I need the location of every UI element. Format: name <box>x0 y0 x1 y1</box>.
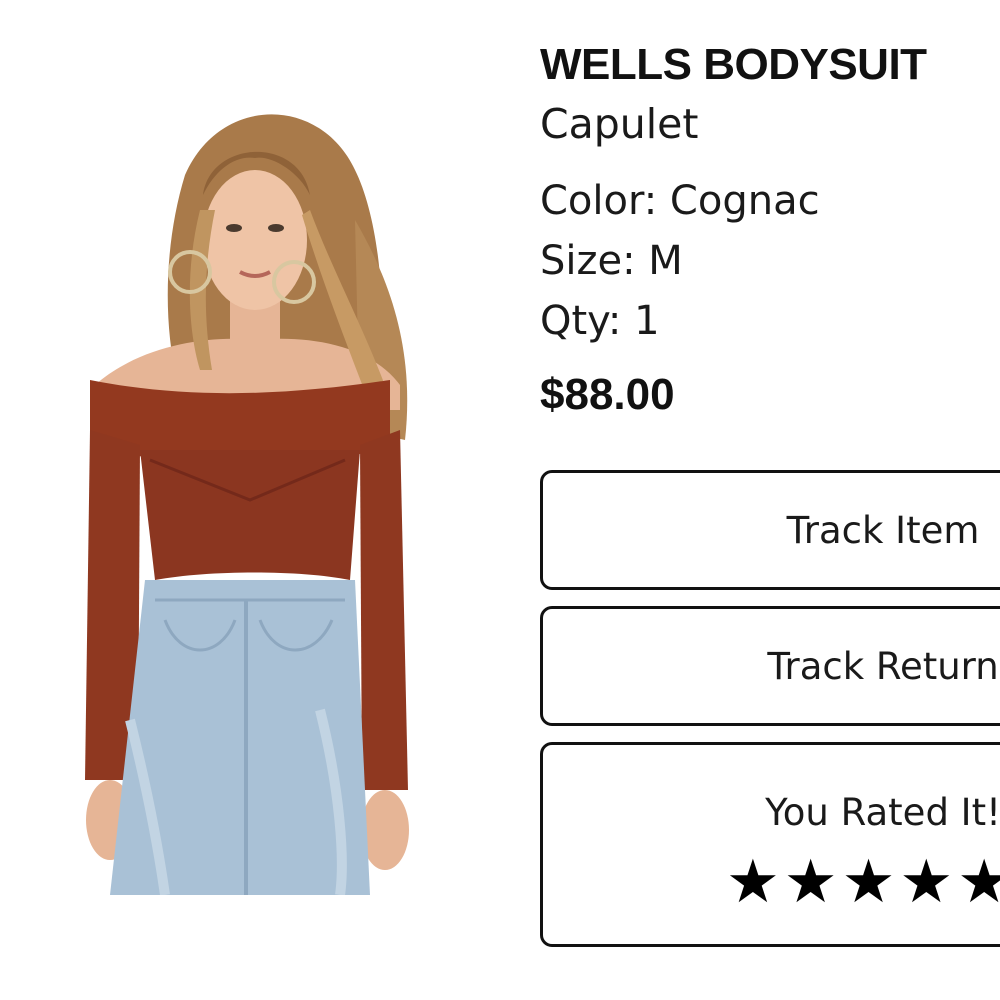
order-item-screen: WELLS BODYSUIT Capulet Color: Cognac Siz… <box>0 0 1000 1000</box>
rating-label: You Rated It! <box>765 791 1000 834</box>
track-item-button[interactable]: Track Item <box>540 470 1000 590</box>
track-return-label: Track Return <box>767 645 999 688</box>
star-rating[interactable]: ★★★★★ <box>726 847 1000 917</box>
brand-name[interactable]: Capulet <box>540 100 698 148</box>
size-info: Size: M <box>540 238 683 284</box>
star-icon[interactable]: ★ <box>784 847 838 917</box>
star-icon[interactable]: ★ <box>726 847 780 917</box>
track-return-button[interactable]: Track Return <box>540 606 1000 726</box>
product-image[interactable] <box>70 100 450 895</box>
product-details: WELLS BODYSUIT Capulet Color: Cognac Siz… <box>540 0 1000 1000</box>
product-illustration <box>85 114 409 895</box>
rating-box: You Rated It! ★★★★★ <box>540 742 1000 947</box>
track-item-label: Track Item <box>786 509 980 552</box>
color-info: Color: Cognac <box>540 178 820 224</box>
price: $88.00 <box>540 370 675 419</box>
quantity-info: Qty: 1 <box>540 298 660 344</box>
star-icon[interactable]: ★ <box>957 847 1000 917</box>
star-icon[interactable]: ★ <box>899 847 953 917</box>
star-icon[interactable]: ★ <box>842 847 896 917</box>
product-title[interactable]: WELLS BODYSUIT <box>540 40 927 90</box>
